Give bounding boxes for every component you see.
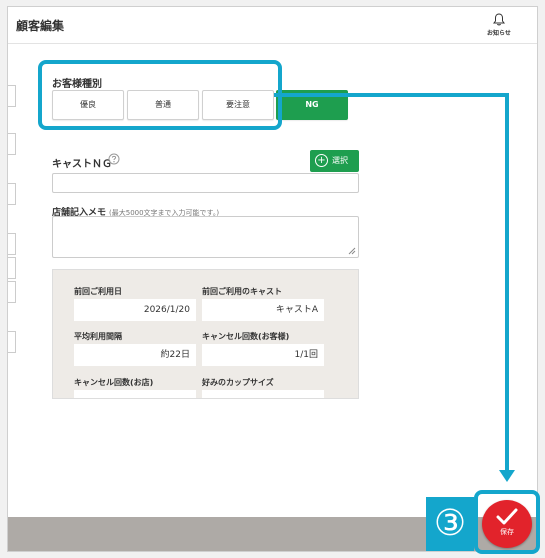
cup-size-label: 好みのカップサイズ (202, 378, 274, 387)
cancel-store-label: キャンセル回数(お店) (74, 378, 154, 387)
avg-interval-label: 平均利用間隔 (74, 332, 122, 341)
last-visit-label: 前回ご利用日 (74, 287, 122, 296)
cancel-customer-label: キャンセル回数(お客様) (202, 332, 290, 341)
left-field-stub (8, 85, 16, 107)
store-memo-textarea[interactable] (52, 216, 359, 258)
cast-select-label: 選択 (332, 156, 348, 165)
cup-size-value (202, 390, 324, 398)
left-field-stub (8, 233, 16, 255)
last-visit-value: 2026/1/20 (74, 299, 196, 321)
cast-ng-input[interactable] (52, 173, 359, 193)
page-title: 顧客編集 (16, 19, 65, 33)
notification-label: お知らせ (487, 30, 511, 37)
tutorial-connector-line-vertical (505, 93, 509, 473)
cancel-customer-value: 1/1回 (202, 344, 324, 366)
checkmark-icon (496, 508, 518, 525)
usage-stats-panel: 前回ご利用日 2026/1/20 前回ご利用のキャスト キャストA 平均利用間隔… (52, 269, 359, 399)
save-label: 保存 (500, 528, 514, 536)
step-number-badge: ③ (426, 497, 474, 551)
left-field-stub (8, 183, 16, 205)
help-icon[interactable] (108, 150, 120, 169)
resize-grip-icon[interactable] (348, 247, 356, 255)
save-button[interactable]: 保存 (482, 500, 532, 548)
arrow-down-icon (499, 470, 515, 482)
avg-interval-value: 約22日 (74, 344, 196, 366)
last-cast-label: 前回ご利用のキャスト (202, 287, 282, 296)
plus-icon: + (315, 154, 328, 167)
left-field-stub (8, 133, 16, 155)
cast-ng-label: キャストＮＧ (52, 159, 112, 170)
notification-button[interactable]: お知らせ (479, 13, 519, 37)
tutorial-highlight-customer-type (38, 60, 282, 130)
last-cast-value: キャストA (202, 299, 324, 321)
bell-icon (493, 13, 505, 26)
header: 顧客編集 お知らせ (8, 7, 537, 44)
cancel-store-value (74, 390, 196, 398)
left-field-stub (8, 257, 16, 279)
cast-select-button[interactable]: + 選択 (310, 150, 359, 172)
tutorial-connector-line (274, 93, 509, 97)
left-field-stub (8, 281, 16, 303)
app-window: 顧客編集 お知らせ お客様種別 優良 普通 要注意 NG キャストＮＧ +選択 (7, 6, 538, 552)
left-field-stub (8, 331, 16, 353)
